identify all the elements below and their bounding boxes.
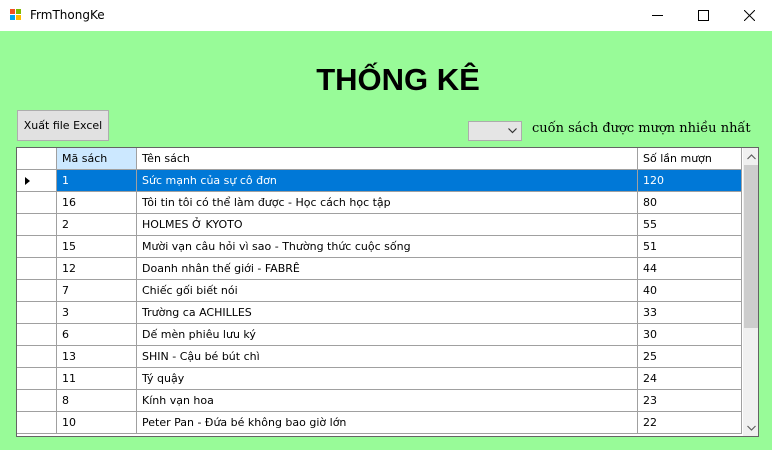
cell-ma-sach[interactable]: 8 xyxy=(57,390,137,412)
cell-ma-sach[interactable]: 1 xyxy=(57,170,137,192)
cell-so-lan-muon[interactable]: 80 xyxy=(638,192,742,214)
cell-ten-sach[interactable]: Tý quậy xyxy=(137,368,638,390)
vertical-scrollbar[interactable] xyxy=(743,148,758,436)
row-header[interactable] xyxy=(17,390,57,412)
maximize-icon xyxy=(697,10,709,21)
row-header[interactable] xyxy=(17,214,57,236)
row-header[interactable] xyxy=(17,170,57,192)
cell-ten-sach[interactable]: Kính vạn hoa xyxy=(137,390,638,412)
column-header-so-lan-muon[interactable]: Số lần mượn xyxy=(638,148,742,170)
cell-ma-sach[interactable]: 16 xyxy=(57,192,137,214)
app-icon[interactable] xyxy=(10,9,23,22)
title-bar[interactable]: FrmThongKe xyxy=(0,0,772,31)
cell-so-lan-muon[interactable]: 120 xyxy=(638,170,742,192)
cell-so-lan-muon[interactable]: 30 xyxy=(638,324,742,346)
cell-so-lan-muon[interactable]: 55 xyxy=(638,214,742,236)
cell-ma-sach[interactable]: 3 xyxy=(57,302,137,324)
cell-ma-sach[interactable]: 13 xyxy=(57,346,137,368)
cell-so-lan-muon[interactable]: 51 xyxy=(638,236,742,258)
scroll-down-icon xyxy=(746,425,756,431)
column-header-ten-sach[interactable]: Tên sách xyxy=(137,148,638,170)
cell-ten-sach[interactable]: Chiếc gối biết nói xyxy=(137,280,638,302)
cell-ten-sach[interactable]: SHIN - Cậu bé bút chì xyxy=(137,346,638,368)
cell-ten-sach[interactable]: Dế mèn phiêu lưu ký xyxy=(137,324,638,346)
close-icon xyxy=(743,10,755,21)
cell-so-lan-muon[interactable]: 33 xyxy=(638,302,742,324)
scroll-up-icon xyxy=(746,153,756,159)
row-header-corner[interactable] xyxy=(17,148,57,170)
cell-so-lan-muon[interactable]: 44 xyxy=(638,258,742,280)
close-button[interactable] xyxy=(726,0,772,31)
cell-ma-sach[interactable]: 6 xyxy=(57,324,137,346)
statistics-table[interactable]: Mã sách Tên sách Số lần mượn 1 Sức mạnh c… xyxy=(16,147,759,437)
cell-so-lan-muon[interactable]: 23 xyxy=(638,390,742,412)
scrollbar-thumb[interactable] xyxy=(744,165,758,328)
cell-ten-sach[interactable]: Sức mạnh của sự cô đơn xyxy=(137,170,638,192)
page-title: THỐNG KÊ xyxy=(316,62,480,97)
dropdown-arrow-icon xyxy=(508,128,517,134)
cell-ten-sach[interactable]: Doanh nhân thế giới - FABRÊ xyxy=(137,258,638,280)
top-count-combobox[interactable] xyxy=(468,121,522,141)
row-header[interactable] xyxy=(17,258,57,280)
cell-ma-sach[interactable]: 12 xyxy=(57,258,137,280)
minimize-button[interactable] xyxy=(634,0,680,31)
cell-ten-sach[interactable]: Trường ca ACHILLES xyxy=(137,302,638,324)
export-excel-button[interactable]: Xuất file Excel xyxy=(17,110,109,141)
row-header[interactable] xyxy=(17,192,57,214)
cell-so-lan-muon[interactable]: 25 xyxy=(638,346,742,368)
cell-ma-sach[interactable]: 10 xyxy=(57,412,137,434)
cell-so-lan-muon[interactable]: 40 xyxy=(638,280,742,302)
maximize-button[interactable] xyxy=(680,0,726,31)
top-books-label: cuốn sách được mượn nhiều nhất xyxy=(532,121,751,136)
cell-so-lan-muon[interactable]: 22 xyxy=(638,412,742,434)
cell-so-lan-muon[interactable]: 24 xyxy=(638,368,742,390)
cell-ten-sach[interactable]: Mười vạn câu hỏi vì sao - Thường thức cu… xyxy=(137,236,638,258)
scroll-down-button[interactable] xyxy=(743,419,758,436)
cell-ma-sach[interactable]: 7 xyxy=(57,280,137,302)
cell-ten-sach[interactable]: Peter Pan - Đứa bé không bao giờ lớn xyxy=(137,412,638,434)
minimize-icon xyxy=(651,15,663,16)
row-header[interactable] xyxy=(17,302,57,324)
cell-ten-sach[interactable]: HOLMES Ở KYOTO xyxy=(137,214,638,236)
cell-ma-sach[interactable]: 2 xyxy=(57,214,137,236)
row-header[interactable] xyxy=(17,346,57,368)
cell-ma-sach[interactable]: 15 xyxy=(57,236,137,258)
row-header[interactable] xyxy=(17,368,57,390)
row-header[interactable] xyxy=(17,412,57,434)
scroll-up-button[interactable] xyxy=(743,148,758,165)
cell-ma-sach[interactable]: 11 xyxy=(57,368,137,390)
row-selector-icon xyxy=(25,177,30,185)
row-header[interactable] xyxy=(17,324,57,346)
column-header-ma-sach[interactable]: Mã sách xyxy=(57,148,137,170)
cell-ten-sach[interactable]: Tôi tin tôi có thể làm được - Học cách h… xyxy=(137,192,638,214)
row-header[interactable] xyxy=(17,280,57,302)
window-title: FrmThongKe xyxy=(30,8,105,22)
row-header[interactable] xyxy=(17,236,57,258)
